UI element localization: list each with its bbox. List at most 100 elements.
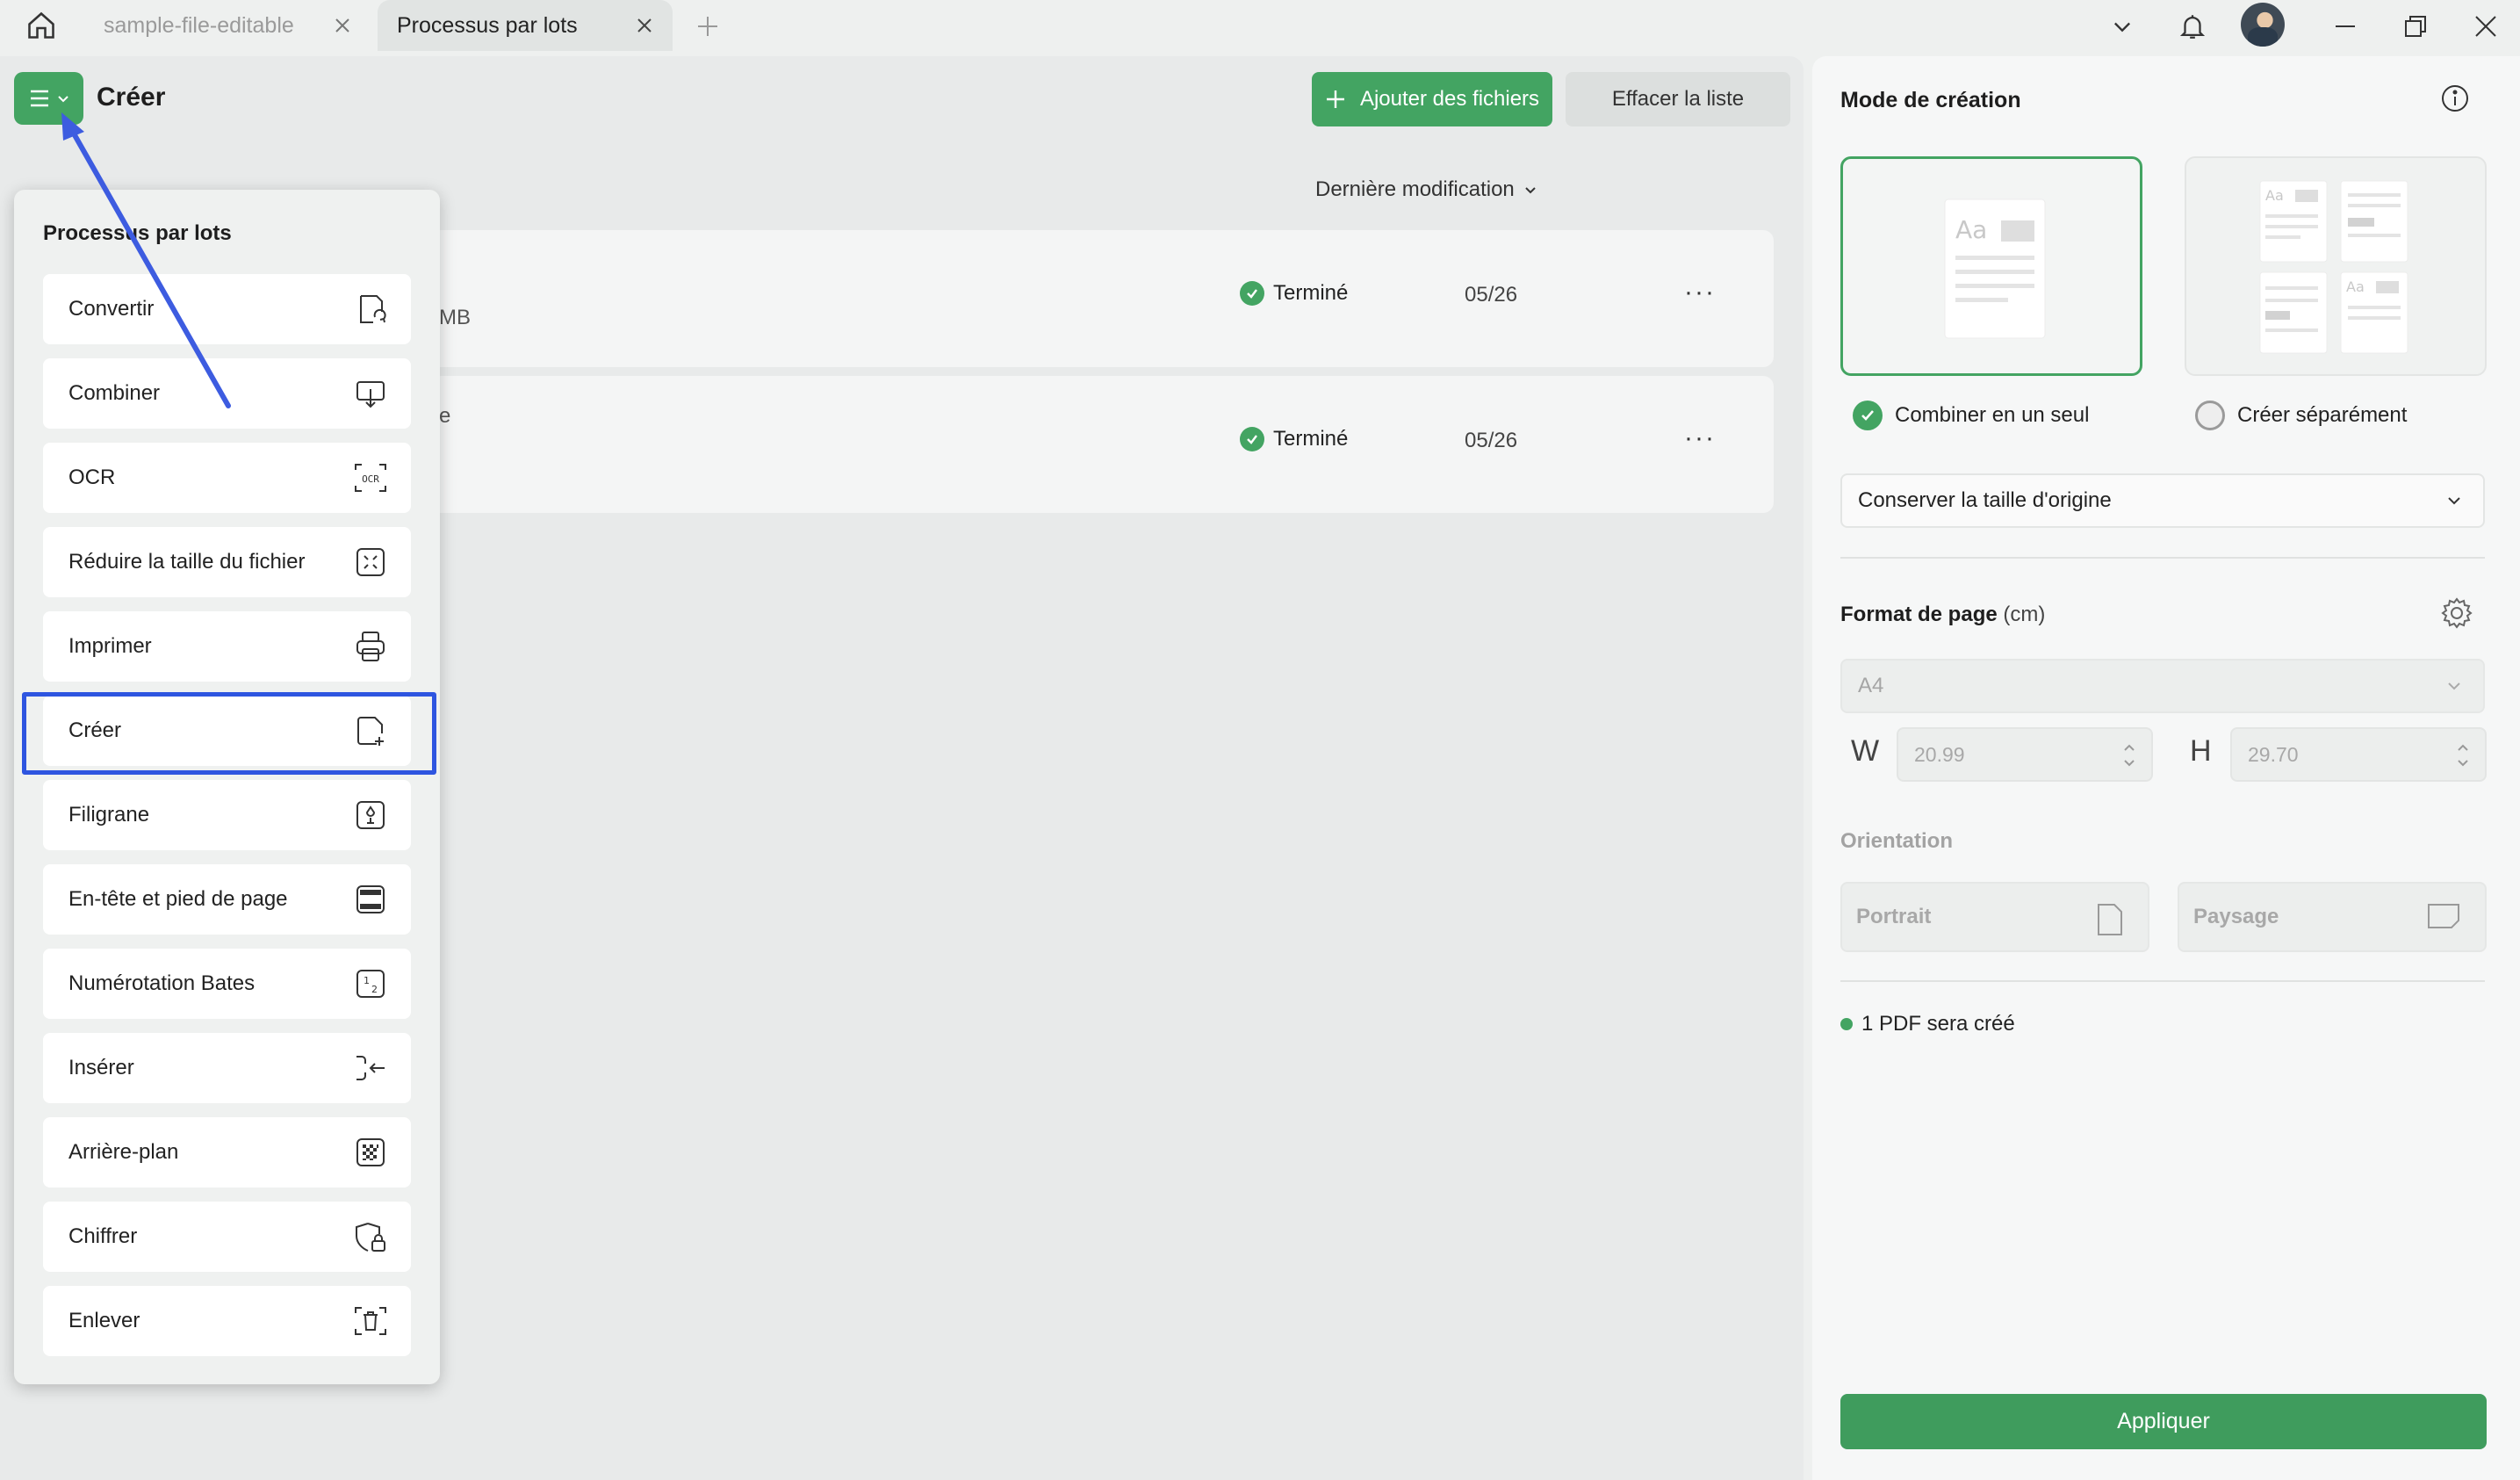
file-row[interactable]: MB Terminé 05/26 ··· [430,230,1774,367]
separate-mode-card[interactable]: Aa Aa [2185,156,2487,376]
notifications-button[interactable] [2171,5,2214,47]
paper-size-select[interactable]: A4 [1840,659,2485,713]
menu-item-enlever[interactable]: Enlever [43,1286,411,1356]
info-icon[interactable] [2439,83,2471,114]
avatar[interactable] [2241,3,2285,47]
chevron-down-icon [1525,187,1536,194]
more-options-button[interactable]: ··· [1684,423,1716,453]
combine-radio[interactable]: Combiner en un seul [1853,401,2089,430]
portrait-page-icon [2098,904,2122,935]
menu-item-imprimer[interactable]: Imprimer [43,611,411,682]
apply-label: Appliquer [2117,1409,2210,1433]
page-format-title: Format de page (cm) [1840,603,2045,627]
paper-size-value: A4 [1858,674,1884,697]
more-options-button[interactable]: ··· [1684,278,1716,307]
insert-icon [353,1050,388,1086]
menu-item-label: Insérer [68,1056,134,1079]
tabs-dropdown-button[interactable] [2100,5,2144,47]
thumbnail-text: Aa [2265,187,2284,204]
thumbnail-text: Aa [1955,215,1987,244]
width-label: W [1851,734,1880,768]
size-select[interactable]: Conserver la taille d'origine [1840,473,2485,528]
add-files-label: Ajouter des fichiers [1359,87,1540,111]
tab-sample-file-editable[interactable]: sample-file-editable [81,0,371,51]
apply-button[interactable]: Appliquer [1840,1394,2487,1449]
svg-text:2: 2 [371,984,378,995]
menu-item-chiffrer[interactable]: Chiffrer [43,1202,411,1272]
landscape-label: Paysage [2193,905,2279,928]
menu-item-inserer[interactable]: Insérer [43,1033,411,1103]
menu-title: Processus par lots [43,221,232,245]
menu-item-arriere-plan[interactable]: Arrière-plan [43,1117,411,1188]
width-value: 20.99 [1914,742,1965,766]
restore-button[interactable] [2394,5,2437,47]
tab-close-button[interactable] [632,13,657,38]
page-format-label: Format de page [1840,603,1998,626]
tab-processus-par-lots[interactable]: Processus par lots [378,0,673,51]
highlight-box [22,692,436,775]
status-text: Terminé [1273,281,1349,305]
separate-label: Créer séparément [2237,403,2408,427]
combine-mode-card[interactable]: Aa [1840,156,2142,376]
stepper-arrows-icon[interactable] [2455,740,2471,771]
home-icon [28,11,54,39]
tab-label: sample-file-editable [104,12,294,38]
new-tab-button[interactable] [692,11,724,42]
file-date: 05/26 [1465,429,1518,452]
orientation-title: Orientation [1840,829,1954,853]
printer-icon [353,629,388,664]
app-window: sample-file-editable Processus par lots [0,0,2520,1480]
header-footer-icon [353,882,388,917]
status-text: Terminé [1273,427,1349,451]
clear-list-button[interactable]: Effacer la liste [1566,72,1790,126]
width-input[interactable]: 20.99 [1897,727,2153,782]
menu-item-combiner[interactable]: Combiner [43,358,411,429]
add-files-button[interactable]: Ajouter des fichiers [1312,72,1552,126]
separate-radio[interactable]: Créer séparément [2195,401,2407,430]
radio-unchecked-icon [2195,401,2225,430]
height-input[interactable]: 29.70 [2230,727,2487,782]
menu-item-en-tete-pied[interactable]: En-tête et pied de page [43,864,411,935]
main-panel: Créer Ajouter des fichiers Effacer la li… [0,56,1804,1480]
menu-item-label: Arrière-plan [68,1140,179,1164]
menu-toggle-button[interactable] [14,72,83,125]
creation-mode-title: Mode de création [1840,88,2021,112]
status-dot-icon [1840,1018,1853,1030]
stepper-arrows-icon[interactable] [2121,740,2137,771]
combine-label: Combiner en un seul [1895,403,2090,427]
menu-item-convertir[interactable]: Convertir [43,274,411,344]
plus-icon [698,17,717,36]
background-icon [353,1135,388,1170]
clear-list-label: Effacer la liste [1611,87,1745,111]
menu-item-label: Enlever [68,1309,140,1332]
title-bar: sample-file-editable Processus par lots [0,0,2520,56]
menu-item-filigrane[interactable]: Filigrane [43,780,411,850]
menu-item-label: En-tête et pied de page [68,887,288,911]
page-format-unit: (cm) [2003,603,2046,626]
menu-item-bates[interactable]: Numérotation Bates 12 [43,949,411,1019]
portrait-button[interactable]: Portrait [1840,882,2149,952]
sort-dropdown[interactable]: Dernière modification [1315,177,1537,202]
file-row[interactable]: e Terminé 05/26 ··· [430,376,1774,513]
portrait-label: Portrait [1856,905,1932,928]
close-icon [637,18,652,32]
close-window-button[interactable] [2464,5,2508,47]
menu-item-label: Chiffrer [68,1224,138,1248]
gear-icon[interactable] [2439,596,2474,631]
restore-icon [2405,16,2426,37]
file-name: e [439,404,451,428]
home-button[interactable] [19,5,63,46]
svg-text:OCR: OCR [362,473,379,485]
plus-icon [1326,90,1344,108]
tab-label: Processus par lots [397,12,578,38]
settings-panel: Mode de création Aa Aa Aa Combiner en un… [1812,56,2520,1480]
minimize-button[interactable] [2323,5,2367,47]
sort-label: Dernière modification [1315,177,1515,201]
landscape-button[interactable]: Paysage [2178,882,2487,952]
menu-item-label: Convertir [68,297,155,321]
encrypt-icon [353,1219,388,1254]
height-label: H [2190,734,2212,768]
menu-item-ocr[interactable]: OCR OCR [43,443,411,513]
tab-close-button[interactable] [330,13,355,38]
menu-item-reduire[interactable]: Réduire la taille du fichier [43,527,411,597]
